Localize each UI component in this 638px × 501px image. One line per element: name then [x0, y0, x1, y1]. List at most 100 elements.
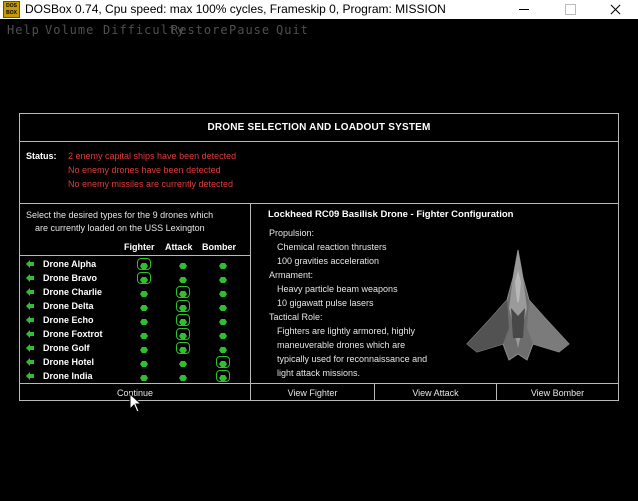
capsule-icon: [219, 303, 227, 311]
detail-section-label: Tactical Role:: [269, 312, 323, 322]
drone-role-option-attack[interactable]: [175, 272, 190, 284]
drone-role-option-bomber[interactable]: [215, 342, 230, 354]
drone-row: Drone Golf: [22, 342, 248, 355]
capsule-icon: [219, 345, 227, 353]
status-message: No enemy drones have been detected: [68, 165, 221, 175]
capsule-icon: [179, 359, 187, 367]
drone-row: Drone Echo: [22, 314, 248, 327]
menu-volume[interactable]: Volume: [45, 23, 94, 37]
detail-text: typically used for reconnaissance and: [277, 354, 428, 364]
minimize-button[interactable]: [501, 0, 547, 19]
capsule-icon: [140, 261, 148, 269]
drone-name: Drone Delta: [43, 301, 94, 311]
drone-role-option-bomber[interactable]: [215, 328, 230, 340]
dialog-title: DRONE SELECTION AND LOADOUT SYSTEM: [207, 122, 431, 133]
menu-pause[interactable]: Pause: [229, 23, 270, 37]
status-message: No enemy missiles are currently detected: [68, 179, 234, 189]
drone-name: Drone Hotel: [43, 357, 95, 367]
divider: [20, 383, 618, 384]
menu-bar: Help Volume Difficulty Restore Pause Qui…: [0, 21, 638, 39]
detail-text: 100 gravities acceleration: [277, 256, 380, 266]
drone-name: Drone Charlie: [43, 287, 103, 297]
capsule-icon: [179, 331, 187, 339]
drone-role-option-fighter[interactable]: [136, 370, 151, 382]
maximize-button[interactable]: [547, 0, 593, 19]
capsule-icon: [140, 303, 148, 311]
menu-quit[interactable]: Quit: [276, 23, 309, 37]
drone-role-option-bomber[interactable]: [215, 370, 230, 382]
drone-role-option-attack[interactable]: [175, 356, 190, 368]
detail-section-label: Propulsion:: [269, 228, 315, 238]
drone-role-option-fighter[interactable]: [136, 272, 151, 284]
capsule-icon: [140, 331, 148, 339]
view-attack-button[interactable]: View Attack: [375, 386, 496, 401]
detail-text: light attack missions.: [277, 368, 361, 378]
capsule-icon: [140, 359, 148, 367]
drone-row: Drone India: [22, 370, 248, 383]
drone-row: Drone Alpha: [22, 258, 248, 271]
capsule-icon: [219, 317, 227, 325]
detail-text: 10 gigawatt pulse lasers: [277, 298, 374, 308]
drone-row: Drone Hotel: [22, 356, 248, 369]
drone-role-option-fighter[interactable]: [136, 300, 151, 312]
drone-name: Drone Foxtrot: [43, 329, 103, 339]
drone-role-option-fighter[interactable]: [136, 328, 151, 340]
drone-role-option-bomber[interactable]: [215, 258, 230, 270]
drone-role-option-attack[interactable]: [175, 258, 190, 270]
capsule-icon: [179, 373, 187, 381]
mouse-cursor-icon: [129, 393, 143, 413]
drone-role-option-attack[interactable]: [175, 314, 190, 326]
drone-name: Drone Alpha: [43, 259, 97, 269]
drone-role-option-bomber[interactable]: [215, 356, 230, 368]
capsule-icon: [140, 373, 148, 381]
drone-role-option-fighter[interactable]: [136, 342, 151, 354]
row-arrow-icon: [26, 372, 34, 380]
drone-role-option-attack[interactable]: [175, 370, 190, 382]
capsule-icon: [179, 303, 187, 311]
detail-text: Chemical reaction thrusters: [277, 242, 387, 252]
row-arrow-icon: [26, 316, 34, 324]
drone-row: Drone Foxtrot: [22, 328, 248, 341]
drone-role-option-attack[interactable]: [175, 342, 190, 354]
capsule-icon: [140, 275, 148, 283]
menu-help[interactable]: Help: [7, 23, 40, 37]
drone-role-option-attack[interactable]: [175, 286, 190, 298]
column-header-attack: Attack: [165, 242, 193, 252]
drone-role-option-bomber[interactable]: [215, 272, 230, 284]
instructions: Select the desired types for the 9 drone…: [26, 209, 251, 235]
menu-restore[interactable]: Restore: [171, 23, 229, 37]
divider: [20, 203, 618, 204]
drone-role-option-bomber[interactable]: [215, 300, 230, 312]
window-title: DOSBox 0.74, Cpu speed: max 100% cycles,…: [25, 2, 446, 16]
dosbox-icon: DOS BOX: [3, 1, 20, 18]
drone-role-option-fighter[interactable]: [136, 258, 151, 270]
drone-role-option-fighter[interactable]: [136, 286, 151, 298]
column-header-fighter: Fighter: [124, 242, 155, 252]
view-bomber-button[interactable]: View Bomber: [497, 386, 618, 401]
detail-text: maneuverable drones which are: [277, 340, 406, 350]
capsule-icon: [179, 289, 187, 297]
drone-name: Drone Golf: [43, 343, 90, 353]
drone-name: Drone Bravo: [43, 273, 98, 283]
drone-role-option-fighter[interactable]: [136, 356, 151, 368]
capsule-icon: [140, 289, 148, 297]
row-arrow-icon: [26, 344, 34, 352]
drone-role-option-bomber[interactable]: [215, 314, 230, 326]
drone-row: Drone Bravo: [22, 272, 248, 285]
capsule-icon: [179, 275, 187, 283]
status-message: 2 enemy capital ships have been detected: [68, 151, 237, 161]
drone-role-option-bomber[interactable]: [215, 286, 230, 298]
divider: [20, 255, 250, 256]
detail-section-label: Armament:: [269, 270, 314, 280]
capsule-icon: [219, 275, 227, 283]
capsule-icon: [179, 345, 187, 353]
status-label: Status:: [26, 151, 57, 161]
view-fighter-button[interactable]: View Fighter: [251, 386, 374, 401]
drone-role-option-fighter[interactable]: [136, 314, 151, 326]
capsule-icon: [179, 317, 187, 325]
window-title-bar: DOS BOX DOSBox 0.74, Cpu speed: max 100%…: [0, 0, 638, 19]
drone-name: Drone India: [43, 371, 93, 381]
close-button[interactable]: [592, 0, 638, 19]
drone-role-option-attack[interactable]: [175, 328, 190, 340]
drone-role-option-attack[interactable]: [175, 300, 190, 312]
